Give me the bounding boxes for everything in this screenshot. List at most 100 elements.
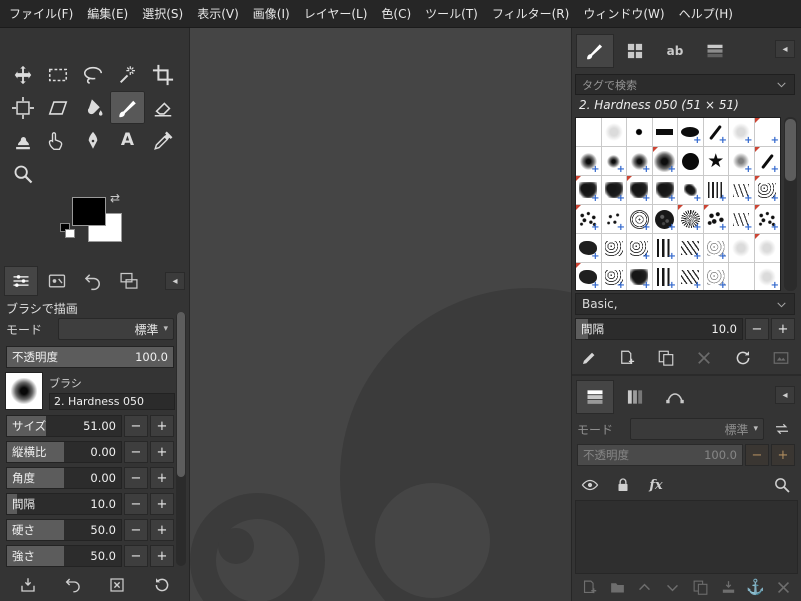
brush-cell-5[interactable]: + [703, 118, 729, 147]
brush-cell-32[interactable]: + [576, 234, 602, 263]
lower-layer-button[interactable] [660, 576, 685, 598]
new-group-button[interactable] [605, 576, 630, 598]
decrement-button[interactable]: − [124, 545, 148, 567]
decrement-button[interactable]: − [124, 467, 148, 489]
open-as-image-button[interactable] [767, 346, 795, 370]
mode-select[interactable]: 標準 ▾ [58, 318, 174, 340]
tool-opacity-slider[interactable]: 不透明度 100.0 [6, 346, 174, 368]
transform-tool[interactable] [5, 91, 40, 124]
tag-search-combo[interactable]: タグで検索 [575, 74, 795, 95]
layers-tab-menu-button[interactable]: ◂ [775, 386, 795, 404]
active-brush-chip[interactable]: ブラシ 2. Hardness 050 [5, 372, 175, 412]
brush-cell-9[interactable]: + [601, 147, 627, 176]
brush-cell-39[interactable] [754, 234, 780, 263]
ink-tool[interactable] [75, 124, 110, 157]
brush-spacing-slider[interactable]: 間隔 10.0 [575, 318, 743, 340]
tab-patterns[interactable] [616, 34, 654, 68]
brush-cell-43[interactable]: + [652, 263, 678, 290]
menu-view[interactable]: 表示(V) [190, 0, 246, 27]
scrollbar-thumb[interactable] [177, 312, 185, 477]
tab-layers[interactable] [576, 380, 614, 414]
brush-cell-24[interactable]: + [576, 205, 602, 234]
edit-brush-button[interactable] [575, 346, 603, 370]
brushes-tab-menu-button[interactable]: ◂ [775, 40, 795, 58]
brush-cell-40[interactable]: + [576, 263, 602, 290]
decrement-button[interactable]: − [124, 415, 148, 437]
brush-cell-46[interactable] [729, 263, 755, 290]
brush-cell-36[interactable]: + [678, 234, 704, 263]
search-button[interactable] [769, 473, 795, 497]
menu-help[interactable]: ヘルプ(H) [672, 0, 740, 27]
delete-layer-button[interactable] [771, 576, 796, 598]
menu-edit[interactable]: 編集(E) [80, 0, 135, 27]
delete-tool-preset-button[interactable] [103, 572, 131, 598]
angle-slider[interactable]: 角度 0.00 [6, 467, 122, 489]
increment-button[interactable]: + [771, 318, 795, 340]
brush-cell-3[interactable] [652, 118, 678, 147]
tab-fonts[interactable]: ab [656, 34, 694, 68]
brush-cell-25[interactable]: + [601, 205, 627, 234]
brush-cell-34[interactable]: + [627, 234, 653, 263]
spacing-slider[interactable]: 間隔 10.0 [6, 493, 122, 515]
new-brush-button[interactable] [613, 346, 641, 370]
brush-cell-44[interactable]: + [678, 263, 704, 290]
brush-cell-4[interactable]: + [678, 118, 704, 147]
toolbox-tab-menu-button[interactable]: ◂ [165, 272, 185, 290]
tab-channels[interactable] [616, 380, 654, 414]
brush-cell-31[interactable]: + [754, 205, 780, 234]
shear-tool[interactable] [40, 91, 75, 124]
brush-cell-12[interactable] [678, 147, 704, 176]
refresh-brushes-button[interactable] [729, 346, 757, 370]
brush-cell-28[interactable]: + [678, 205, 704, 234]
brush-cell-47[interactable]: + [754, 263, 780, 290]
increment-button[interactable]: + [150, 441, 174, 463]
decrement-button[interactable]: − [124, 519, 148, 541]
menu-layer[interactable]: レイヤー(L) [297, 0, 375, 27]
brush-cell-18[interactable]: + [627, 176, 653, 205]
brush-cell-23[interactable]: + [754, 176, 780, 205]
tab-paths[interactable] [656, 380, 694, 414]
decrement-button[interactable]: − [745, 444, 769, 466]
increment-button[interactable]: + [150, 545, 174, 567]
bucket-fill-tool[interactable] [75, 91, 110, 124]
aspect-ratio-slider[interactable]: 縦横比 0.00 [6, 441, 122, 463]
brush-cell-7[interactable]: + [754, 118, 780, 147]
hardness-slider[interactable]: 硬さ 50.0 [6, 519, 122, 541]
brush-cell-37[interactable]: + [703, 234, 729, 263]
brush-tag-combo[interactable]: Basic, [575, 293, 795, 315]
brush-cell-17[interactable]: + [601, 176, 627, 205]
tab-gradients[interactable] [696, 34, 734, 68]
brush-cell-42[interactable]: + [627, 263, 653, 290]
brush-cell-16[interactable]: + [576, 176, 602, 205]
foreground-color-swatch[interactable] [72, 197, 106, 226]
free-select-tool[interactable] [75, 58, 110, 91]
brush-cell-35[interactable]: + [652, 234, 678, 263]
brush-cell-38[interactable] [729, 234, 755, 263]
dock-tab-device-status[interactable] [40, 266, 74, 296]
paintbrush-tool[interactable] [110, 91, 145, 124]
increment-button[interactable]: + [150, 467, 174, 489]
brush-cell-19[interactable]: + [652, 176, 678, 205]
brush-cell-8[interactable]: + [576, 147, 602, 176]
crop-tool[interactable] [145, 58, 180, 91]
brush-cell-6[interactable]: + [729, 118, 755, 147]
new-layer-button[interactable] [577, 576, 602, 598]
color-picker-tool[interactable] [145, 124, 180, 157]
lock-button[interactable] [610, 473, 636, 497]
force-slider[interactable]: 強さ 50.0 [6, 545, 122, 567]
menu-windows[interactable]: ウィンドウ(W) [576, 0, 671, 27]
brush-cell-1[interactable] [601, 118, 627, 147]
mode-switch-button[interactable] [769, 417, 795, 441]
save-tool-preset-button[interactable] [14, 572, 42, 598]
tab-brushes[interactable] [576, 34, 614, 68]
menu-image[interactable]: 画像(I) [246, 0, 297, 27]
menu-select[interactable]: 選択(S) [135, 0, 190, 27]
duplicate-brush-button[interactable] [652, 346, 680, 370]
tool-options-scrollbar[interactable] [176, 312, 186, 566]
move-tool[interactable] [5, 58, 40, 91]
menu-filters[interactable]: フィルター(R) [485, 0, 576, 27]
decrement-button[interactable]: − [124, 493, 148, 515]
increment-button[interactable]: + [150, 415, 174, 437]
dock-tab-undo-history[interactable] [76, 266, 110, 296]
brush-cell-33[interactable] [601, 234, 627, 263]
